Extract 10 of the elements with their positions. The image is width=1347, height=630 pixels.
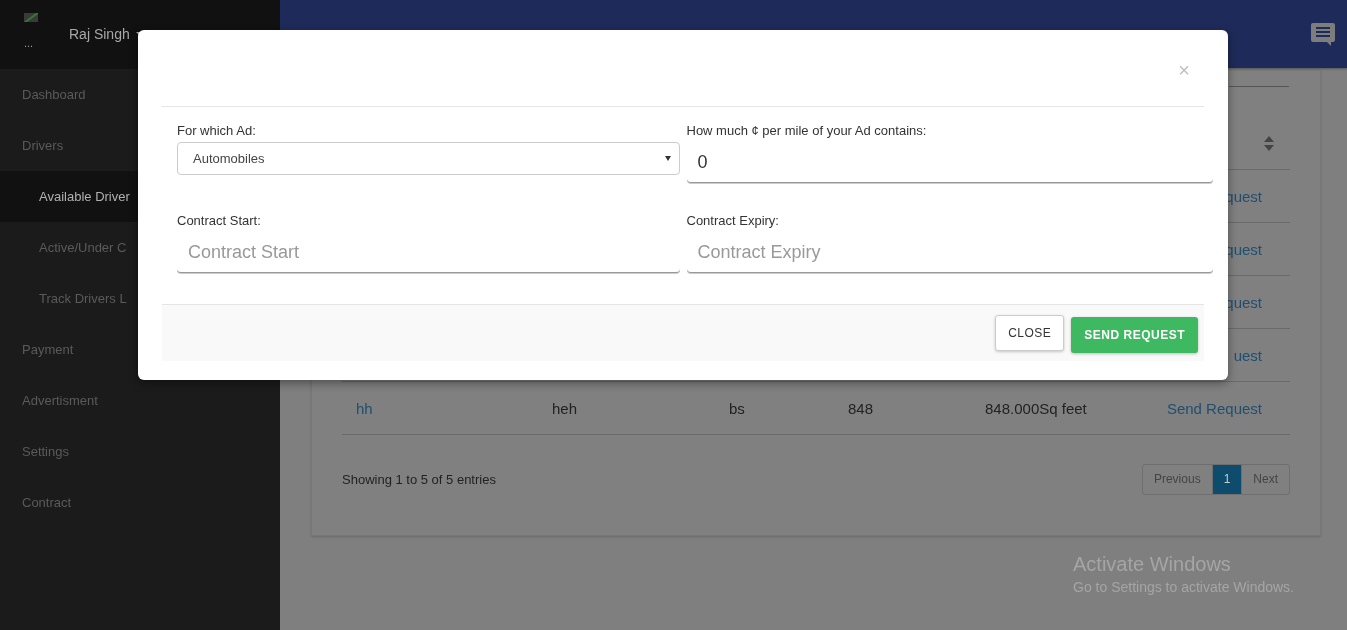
- table-info: Showing 1 to 5 of 5 entries: [342, 472, 496, 487]
- field-label: How much ¢ per mile of your Ad contains:: [686, 123, 928, 138]
- logo-text: ...: [24, 38, 34, 49]
- field-label: Contract Start:: [177, 213, 262, 228]
- table-cell-text: bs: [728, 399, 746, 417]
- field-label: Contract Expiry:: [686, 213, 780, 228]
- field-label: For which Ad:: [177, 123, 257, 138]
- table-cell-text: 848: [847, 399, 875, 417]
- table-cell-text: 848.000Sq feet: [984, 399, 1088, 417]
- table-cell-text: heh: [551, 399, 579, 417]
